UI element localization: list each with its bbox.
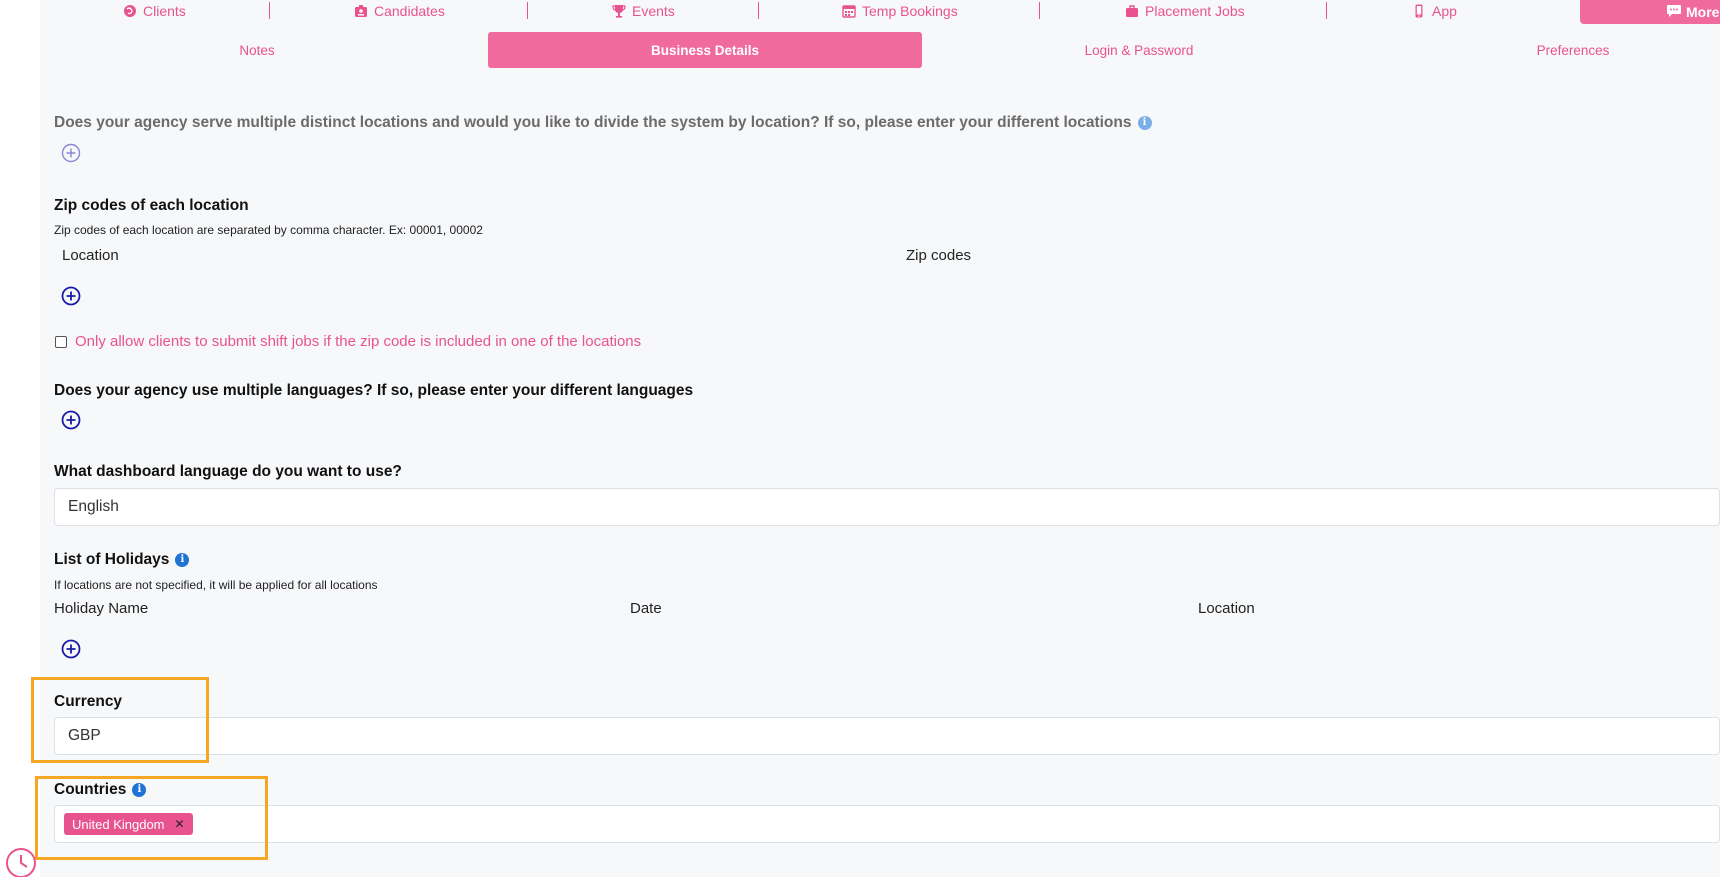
holidays-col-location: Location xyxy=(1198,600,1255,617)
holidays-title: List of Holidays xyxy=(54,551,170,568)
nav-app[interactable]: App xyxy=(1412,2,1457,20)
languages-question: Does your agency use multiple languages?… xyxy=(54,382,694,399)
nav-temp-bookings-label: Temp Bookings xyxy=(862,3,958,19)
top-nav: Clients Candidates Events Temp Bookings … xyxy=(40,0,1720,24)
holidays-col-name: Holiday Name xyxy=(54,600,149,617)
dashboard-language-select[interactable]: English xyxy=(54,488,1720,526)
nav-divider xyxy=(758,2,759,19)
zip-restriction-label[interactable]: Only allow clients to submit shift jobs … xyxy=(75,333,641,350)
nav-divider xyxy=(527,2,528,19)
nav-placement-jobs[interactable]: Placement Jobs xyxy=(1125,2,1245,20)
zip-restriction-row: Only allow clients to submit shift jobs … xyxy=(55,333,641,350)
sub-tabs: Notes Business Details Login & Password … xyxy=(40,32,1720,68)
briefcase-icon xyxy=(1125,4,1139,18)
nav-clients-label: Clients xyxy=(143,3,186,19)
plus-circle-icon xyxy=(61,286,81,306)
globe-icon xyxy=(123,4,137,18)
tab-login-password[interactable]: Login & Password xyxy=(922,32,1356,68)
comment-dots-icon xyxy=(1666,4,1682,21)
info-icon[interactable]: i xyxy=(1137,115,1152,130)
nav-clients[interactable]: Clients xyxy=(123,2,186,20)
trophy-icon xyxy=(612,4,626,18)
nav-temp-bookings[interactable]: Temp Bookings xyxy=(842,2,958,20)
tab-preferences[interactable]: Preferences xyxy=(1356,32,1720,68)
zip-restriction-checkbox[interactable] xyxy=(55,335,67,348)
currency-select[interactable]: GBP xyxy=(54,717,1720,755)
dashboard-language-question: What dashboard language do you want to u… xyxy=(54,463,402,480)
zip-section-title: Zip codes of each location xyxy=(54,197,249,214)
locations-question: Does your agency serve multiple distinct… xyxy=(54,114,1132,131)
clock-widget[interactable] xyxy=(4,846,38,877)
nav-divider xyxy=(269,2,270,19)
add-language-button[interactable] xyxy=(61,410,81,430)
zip-hint: Zip codes of each location are separated… xyxy=(54,223,483,237)
tab-business-details[interactable]: Business Details xyxy=(488,32,922,68)
holidays-col-date: Date xyxy=(630,600,662,617)
add-holiday-button[interactable] xyxy=(61,639,81,659)
id-badge-icon xyxy=(354,4,368,18)
zip-col-location: Location xyxy=(62,247,119,264)
plus-circle-icon xyxy=(61,410,81,430)
nav-divider xyxy=(1326,2,1327,19)
nav-app-label: App xyxy=(1432,3,1457,19)
highlight-box xyxy=(31,677,209,763)
more-menu-button[interactable]: More ▼ xyxy=(1580,0,1720,24)
add-location-button[interactable] xyxy=(61,143,81,163)
zip-col-zipcodes: Zip codes xyxy=(906,247,972,264)
dashboard-language-value: English xyxy=(68,498,119,515)
tab-notes[interactable]: Notes xyxy=(40,32,474,68)
calendar-icon xyxy=(842,4,856,18)
nav-events[interactable]: Events xyxy=(612,2,675,20)
holidays-hint: If locations are not specified, it will … xyxy=(54,578,378,592)
nav-candidates-label: Candidates xyxy=(374,3,445,19)
locations-question-row: Does your agency serve multiple distinct… xyxy=(54,114,1704,132)
clock-icon xyxy=(6,848,36,877)
nav-events-label: Events xyxy=(632,3,675,19)
info-icon[interactable]: i xyxy=(175,552,190,567)
holidays-title-row: List of Holidays i xyxy=(54,551,190,569)
nav-candidates[interactable]: Candidates xyxy=(354,2,445,20)
nav-placement-jobs-label: Placement Jobs xyxy=(1145,3,1245,19)
nav-divider xyxy=(1039,2,1040,19)
highlight-box xyxy=(35,776,268,860)
countries-multiselect[interactable]: United Kingdom ✕ xyxy=(54,805,1720,843)
plus-circle-icon xyxy=(61,639,81,659)
mobile-icon xyxy=(1412,4,1426,18)
plus-circle-icon xyxy=(61,143,81,163)
more-label: More xyxy=(1686,4,1720,20)
add-zip-row-button[interactable] xyxy=(61,286,81,306)
